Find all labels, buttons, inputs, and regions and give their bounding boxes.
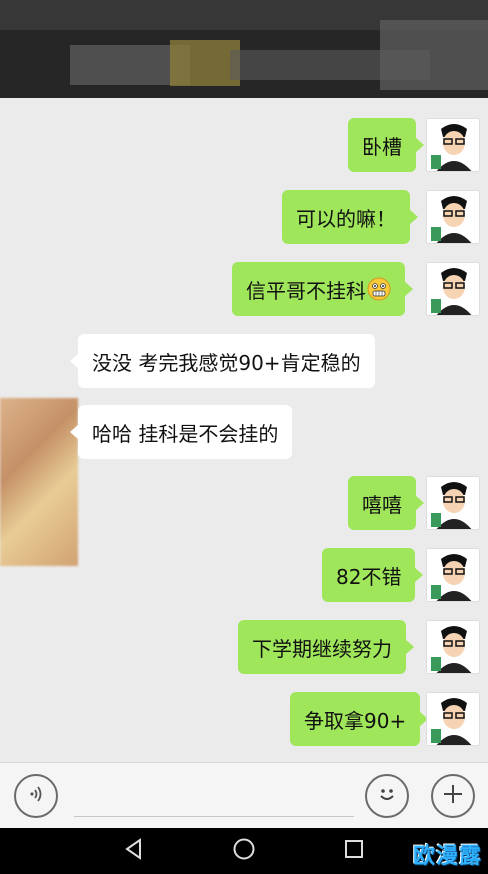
home-circle-icon xyxy=(232,837,256,865)
message-bubble-me[interactable]: 卧槽 xyxy=(348,118,424,172)
my-avatar[interactable] xyxy=(426,190,480,244)
redacted-header xyxy=(0,0,488,98)
contact-avatar-blurred xyxy=(0,398,78,566)
message-bubble-me[interactable]: 可以的嘛！ xyxy=(282,190,418,244)
message-bubble-me[interactable]: 争取拿90+ xyxy=(290,692,429,746)
message-input[interactable] xyxy=(74,777,354,817)
input-bar xyxy=(0,762,488,828)
message-bubble-me[interactable]: 82不错 xyxy=(322,548,424,602)
emoji-button[interactable] xyxy=(365,774,409,818)
more-options-button[interactable] xyxy=(431,774,475,818)
message-bubble-them[interactable]: 哈哈 挂科是不会挂的 xyxy=(69,405,293,459)
plus-icon xyxy=(441,782,465,810)
recents-square-icon xyxy=(343,838,365,864)
my-avatar[interactable] xyxy=(426,692,480,746)
message-bubble-them[interactable]: 没没 考完我感觉90+肯定稳的 xyxy=(70,334,375,388)
back-triangle-icon xyxy=(122,837,146,865)
voice-input-button[interactable] xyxy=(14,774,58,818)
voice-icon xyxy=(25,783,47,809)
system-nav-bar: 欧漫露 xyxy=(0,828,488,874)
message-bubble-me[interactable]: 嘻嘻 xyxy=(348,476,424,530)
message-bubble-me[interactable]: 下学期继续努力 xyxy=(238,620,414,674)
my-avatar[interactable] xyxy=(426,620,480,674)
my-avatar[interactable] xyxy=(426,476,480,530)
message-bubble-me[interactable]: 信平哥不挂科 xyxy=(232,262,413,316)
my-avatar[interactable] xyxy=(426,262,480,316)
grimacing-face-emoji xyxy=(367,277,391,301)
my-avatar[interactable] xyxy=(426,118,480,172)
recents-button[interactable] xyxy=(341,838,367,864)
smiley-icon xyxy=(374,781,400,811)
watermark-text: 欧漫露 xyxy=(412,844,482,869)
my-avatar[interactable] xyxy=(426,548,480,602)
back-button[interactable] xyxy=(121,838,147,864)
home-button[interactable] xyxy=(231,838,257,864)
